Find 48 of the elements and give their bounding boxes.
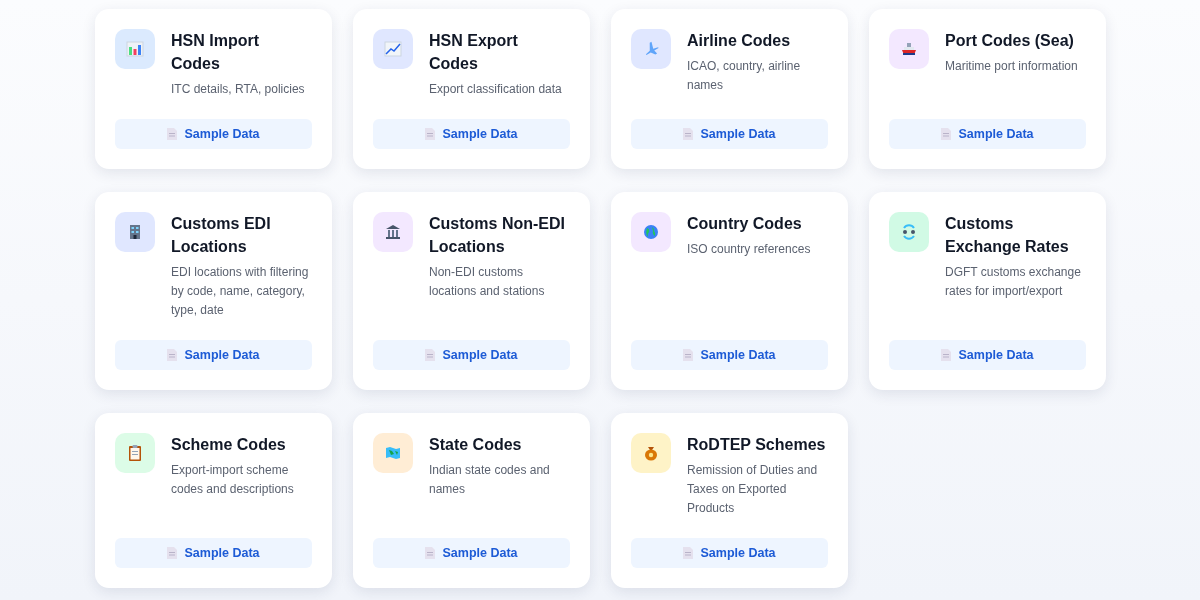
sample-data-button[interactable]: Sample Data bbox=[115, 340, 312, 370]
card-description: DGFT customs exchange rates for import/export bbox=[945, 264, 1082, 300]
card-description: Non-EDI customs locations and stations bbox=[429, 264, 546, 300]
sample-data-button[interactable]: Sample Data bbox=[889, 340, 1086, 370]
sample-data-button[interactable]: Sample Data bbox=[631, 538, 828, 568]
card-title: HSN Export Codes bbox=[429, 31, 519, 74]
card-title: RoDTEP Schemes bbox=[687, 435, 827, 455]
bar-chart-icon bbox=[125, 39, 145, 59]
card-description: Indian state codes and names bbox=[429, 462, 551, 498]
card-title: Country Codes bbox=[687, 214, 803, 234]
sample-data-button[interactable]: Sample Data bbox=[889, 119, 1086, 149]
card-title: Airline Codes bbox=[687, 31, 792, 51]
card-description: Remission of Duties and Taxes on Exported Products bbox=[687, 462, 819, 517]
document-icon bbox=[941, 128, 952, 140]
card-description: ICAO, country, airline names bbox=[687, 58, 802, 94]
card-title: Customs Non-EDI Locations bbox=[429, 214, 566, 257]
classical-building-icon bbox=[383, 222, 403, 242]
document-icon bbox=[167, 349, 178, 361]
document-icon bbox=[683, 128, 694, 140]
globe-icon bbox=[641, 222, 661, 242]
card-title: Customs Exchange Rates bbox=[945, 214, 1070, 257]
sample-data-button[interactable]: Sample Data bbox=[373, 538, 570, 568]
card-title: Port Codes (Sea) bbox=[945, 31, 1075, 51]
card-description: Maritime port information bbox=[945, 58, 1078, 75]
sample-data-button[interactable]: Sample Data bbox=[631, 119, 828, 149]
document-icon bbox=[167, 128, 178, 140]
document-icon bbox=[683, 349, 694, 361]
sample-data-button[interactable]: Sample Data bbox=[373, 119, 570, 149]
document-icon bbox=[425, 128, 436, 140]
card-title: HSN Import Codes bbox=[171, 31, 260, 74]
document-icon bbox=[941, 349, 952, 361]
card-title: State Codes bbox=[429, 435, 523, 455]
sample-data-button[interactable]: Sample Data bbox=[115, 119, 312, 149]
document-icon bbox=[425, 349, 436, 361]
document-icon bbox=[683, 547, 694, 559]
sample-data-button[interactable]: Sample Data bbox=[373, 340, 570, 370]
card-description: ITC details, RTA, policies bbox=[171, 81, 306, 98]
card-description: Export-import scheme codes and descriptions bbox=[171, 462, 295, 498]
sample-data-button[interactable]: Sample Data bbox=[115, 538, 312, 568]
card-title: Scheme Codes bbox=[171, 435, 287, 455]
card-title: Customs EDI Locations bbox=[171, 214, 272, 257]
card-description: ISO country references bbox=[687, 241, 811, 258]
document-icon bbox=[425, 547, 436, 559]
document-icon bbox=[167, 547, 178, 559]
card-description: EDI locations with filtering by code, name, category, type, date bbox=[171, 264, 310, 319]
line-chart-icon bbox=[383, 39, 403, 59]
card-description: Export classification data bbox=[429, 81, 563, 98]
sample-data-button[interactable]: Sample Data bbox=[631, 340, 828, 370]
